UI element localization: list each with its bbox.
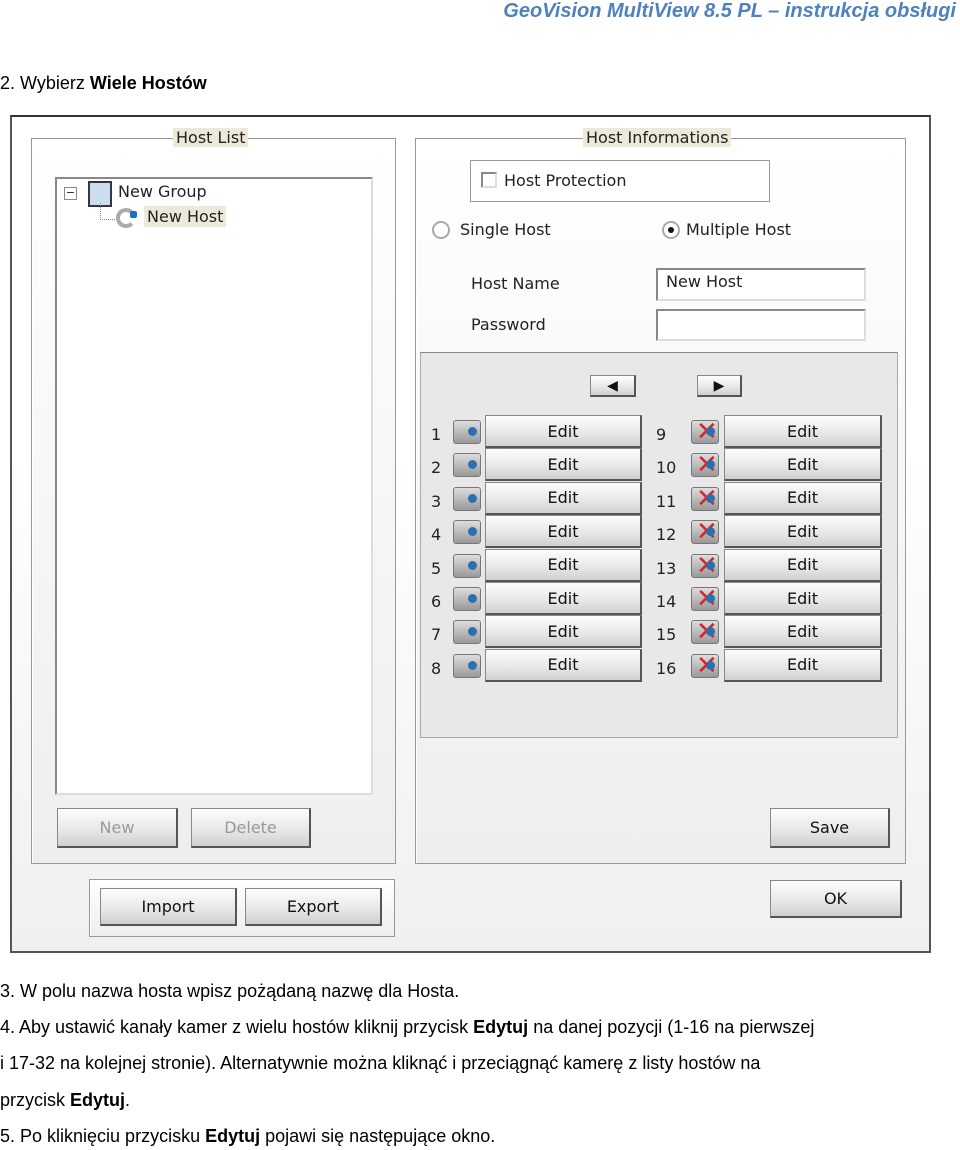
camera-disabled-icon: ✕ — [691, 417, 719, 447]
step-4-line-1: 4. Aby ustawić kanały kamer z wielu host… — [0, 1017, 815, 1037]
edit-channel-button[interactable]: Edit — [724, 515, 882, 549]
arrow-right-icon: ▶ — [713, 377, 725, 394]
host-name-label: Host Name — [471, 274, 560, 293]
channel-number: 2 — [431, 458, 442, 478]
edit-channel-button[interactable]: Edit — [485, 582, 642, 615]
edit-channel-button[interactable]: Edit — [485, 548, 642, 582]
camera-disabled-icon: ✕ — [691, 550, 719, 581]
host-info-title: Host Informations — [583, 128, 732, 147]
prev-page-button[interactable]: ◀ — [590, 375, 636, 397]
camera-disabled-icon: ✕ — [691, 584, 719, 614]
edit-channel-button[interactable]: Edit — [724, 448, 882, 482]
edit-channel-button[interactable]: Edit — [724, 648, 882, 682]
edit-channel-button[interactable]: Edit — [485, 615, 642, 649]
step-2-bold: Wiele Hostów — [89, 73, 207, 93]
host-protection-label: Host Protection — [504, 171, 627, 190]
cross-icon: ✕ — [696, 650, 718, 681]
multiple-host-radio[interactable] — [662, 221, 680, 239]
cross-icon: ✕ — [696, 483, 718, 514]
next-page-button[interactable]: ▶ — [697, 375, 742, 397]
camera-icon — [453, 587, 481, 611]
camera-icon — [453, 486, 481, 511]
cross-icon: ✕ — [696, 617, 718, 648]
edit-channel-button[interactable]: Edit — [724, 548, 882, 582]
step-4-line-2: i 17-32 na kolejnej stronie). Alternatyw… — [0, 1053, 761, 1073]
step-4-line-3: przycisk Edytuj. — [0, 1090, 131, 1110]
edit-channel-button[interactable]: Edit — [485, 481, 642, 515]
new-button[interactable]: New — [57, 808, 178, 848]
single-host-label: Single Host — [460, 220, 551, 239]
step-5: 5. Po kliknięciu przycisku Edytuj pojawi… — [0, 1126, 496, 1146]
camera-disabled-icon: ✕ — [691, 650, 719, 681]
edit-channel-button[interactable]: Edit — [724, 415, 882, 448]
channel-number: 3 — [431, 491, 442, 511]
edit-channel-button[interactable]: Edit — [724, 582, 882, 615]
camera-disabled-icon: ✕ — [691, 483, 719, 514]
channel-number: 9 — [656, 425, 667, 444]
camera-icon — [453, 553, 481, 578]
host-name-input[interactable]: New Host — [656, 268, 866, 301]
channel-number: 1 — [431, 425, 442, 444]
camera-disabled-icon: ✕ — [691, 517, 719, 548]
camera-icon — [453, 420, 481, 444]
cross-icon: ✕ — [696, 517, 718, 548]
channel-number: 16 — [656, 658, 677, 678]
edit-channel-button[interactable]: Edit — [485, 448, 642, 482]
ok-button[interactable]: OK — [770, 880, 902, 918]
channel-number: 13 — [656, 558, 677, 578]
camera-icon — [453, 520, 481, 545]
step-2: 2. Wybierz Wiele Hostów — [0, 73, 207, 94]
tree-group-item[interactable]: New Group — [118, 182, 207, 201]
channel-number: 8 — [431, 658, 442, 678]
collapse-icon[interactable]: − — [64, 187, 77, 200]
channel-number: 7 — [431, 625, 442, 645]
cross-icon: ✕ — [696, 584, 718, 614]
edit-channel-button[interactable]: Edit — [724, 615, 882, 649]
single-host-radio[interactable] — [432, 221, 450, 239]
channel-number: 6 — [431, 592, 442, 611]
camera-icon — [453, 453, 481, 478]
password-input[interactable] — [656, 309, 866, 341]
tree-connector — [100, 203, 115, 220]
camera-disabled-icon: ✕ — [691, 450, 719, 481]
tree-host-item[interactable]: New Host — [144, 206, 227, 227]
step-3: 3. W polu nazwa hosta wpisz pożądaną naz… — [0, 981, 460, 1001]
save-button[interactable]: Save — [770, 808, 890, 848]
cross-icon: ✕ — [696, 550, 718, 581]
edit-channel-button[interactable]: Edit — [485, 648, 642, 682]
edit-channel-button[interactable]: Edit — [485, 515, 642, 549]
channel-number: 15 — [656, 625, 677, 645]
document-header: GeoVision MultiView 8.5 PL – instrukcja … — [503, 0, 956, 22]
camera-icon — [453, 620, 481, 645]
camera-icon — [453, 653, 481, 678]
channel-number: 4 — [431, 525, 442, 545]
export-button[interactable]: Export — [245, 888, 382, 926]
password-label: Password — [471, 315, 546, 334]
host-list-title: Host List — [173, 128, 249, 147]
edit-channel-button[interactable]: Edit — [485, 415, 642, 448]
cross-icon: ✕ — [696, 417, 718, 447]
multiple-host-label: Multiple Host — [686, 220, 792, 239]
import-button[interactable]: Import — [100, 888, 237, 926]
arrow-left-icon: ◀ — [607, 377, 618, 394]
channel-number: 5 — [431, 558, 442, 578]
host-protection-checkbox[interactable] — [481, 172, 497, 188]
channel-number: 11 — [656, 491, 677, 511]
host-icon-dot — [130, 211, 137, 218]
camera-disabled-icon: ✕ — [691, 617, 719, 648]
channel-number: 12 — [656, 525, 677, 545]
step-2-text: 2. Wybierz — [0, 73, 90, 93]
host-tree[interactable] — [55, 177, 373, 795]
delete-button[interactable]: Delete — [191, 808, 311, 848]
channel-number: 10 — [656, 458, 677, 478]
cross-icon: ✕ — [696, 450, 718, 481]
channel-number: 14 — [656, 592, 677, 611]
edit-channel-button[interactable]: Edit — [724, 481, 882, 515]
